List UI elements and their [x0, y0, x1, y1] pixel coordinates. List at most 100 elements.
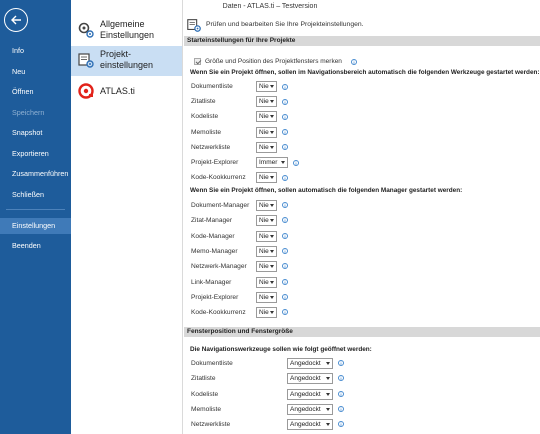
info-icon[interactable]: i [282, 113, 288, 120]
page-description: Prüfen und bearbeiten Sie Ihre Projektei… [206, 21, 364, 28]
info-icon[interactable]: i [338, 390, 344, 397]
info-icon[interactable]: i [282, 83, 288, 90]
chevron-down-icon [270, 176, 274, 180]
manager-projekt-explorer-select[interactable]: Nie [256, 291, 277, 303]
checkbox-label: Größe und Position des Projektfensters m… [205, 58, 342, 65]
nav-item-save: Speichern [12, 108, 45, 117]
category-label: Allgemeine Einstellungen [100, 19, 155, 40]
info-icon[interactable]: i [282, 293, 288, 300]
chevron-down-icon [326, 362, 330, 365]
window-tool-label: Kodeliste [191, 390, 219, 398]
nav-item-info[interactable]: Info [0, 43, 71, 59]
nav-item-close[interactable]: Schließen [0, 187, 71, 203]
tool-label: Zitatliste [191, 98, 216, 106]
manager-zitat-manager-select[interactable]: Nie [256, 215, 277, 227]
nav-item-merge[interactable]: Zusammenführen [0, 166, 71, 182]
category-project-settings[interactable]: Projekt- einstellungen [71, 46, 182, 76]
info-icon[interactable]: i [282, 217, 288, 224]
settings-categories: Allgemeine Einstellungen Projekt- einste… [71, 0, 183, 434]
category-general-settings[interactable]: Allgemeine Einstellungen [71, 16, 182, 46]
nav-item-snapshot[interactable]: Snapshot [0, 125, 71, 141]
manager-label: Zitat-Manager [191, 217, 233, 225]
window-tool-zitatliste-select[interactable]: Angedockt [287, 373, 333, 385]
tool-label: Kode-Kookkurrenz [191, 174, 246, 182]
info-icon[interactable]: i [282, 129, 288, 136]
manager-netzwerk-manager-select[interactable]: Nie [256, 261, 277, 273]
tool-projekt-explorer-select[interactable]: Immer [256, 157, 288, 168]
info-icon[interactable]: i [282, 232, 288, 239]
window-tool-label: Zitatliste [191, 375, 216, 383]
info-icon[interactable]: i [282, 263, 288, 270]
info-icon[interactable]: i [338, 421, 344, 428]
tool-dokumentliste-select[interactable]: Nie [256, 81, 277, 92]
select-value: Nie [259, 278, 269, 286]
manager-label: Projekt-Explorer [191, 293, 239, 301]
info-icon[interactable]: i [282, 202, 288, 208]
atlasti-logo-icon [78, 83, 94, 99]
tool-netzwerkliste-select[interactable]: Nie [256, 141, 277, 153]
manager-kode-manager-select[interactable]: Nie [256, 230, 277, 242]
chevron-down-icon [270, 280, 274, 284]
select-value: Angedockt [290, 390, 321, 398]
chevron-down-icon [270, 204, 274, 207]
select-value: Nie [259, 113, 269, 121]
chevron-down-icon [281, 161, 285, 164]
info-icon[interactable]: i [282, 174, 288, 181]
manager-memo-manager-select[interactable]: Nie [256, 245, 277, 257]
window-tool-label: Memoliste [191, 405, 222, 413]
window-tool-dokumentliste-select[interactable]: Angedockt [287, 358, 333, 369]
select-value: Nie [259, 263, 269, 271]
tool-label: Kodeliste [191, 113, 219, 121]
info-icon[interactable]: i [282, 247, 288, 254]
info-icon[interactable]: i [282, 278, 288, 285]
tool-label: Memoliste [191, 128, 222, 136]
managers-heading: Wenn Sie ein Projekt öffnen, sollen auto… [190, 187, 463, 194]
nav-item-export[interactable]: Exportieren [0, 146, 71, 162]
nav-item-settings[interactable]: Einstellungen [0, 218, 71, 234]
info-icon[interactable]: i [293, 159, 299, 166]
info-icon[interactable]: i [338, 360, 344, 366]
select-value: Angedockt [290, 375, 321, 383]
info-icon[interactable]: i [282, 309, 288, 316]
project-settings-icon [187, 19, 201, 32]
window-tool-label: Dokumentliste [191, 360, 233, 367]
select-value: Nie [259, 217, 269, 225]
chevron-down-icon [270, 295, 274, 299]
tool-label: Dokumentliste [191, 83, 233, 90]
window-tool-memoliste-select[interactable]: Angedockt [287, 403, 333, 415]
section-header-start: Starteinstellungen für Ihre Projekte [184, 36, 540, 46]
select-value: Nie [259, 128, 269, 136]
chevron-down-icon [270, 311, 274, 315]
manager-kode-kookkurrenz-select[interactable]: Nie [256, 307, 277, 319]
window-heading: Die Navigationswerkzeuge sollen wie folg… [190, 346, 372, 353]
tool-kodeliste-select[interactable]: Nie [256, 111, 277, 123]
info-icon[interactable]: i [351, 59, 357, 65]
manager-link-manager-select[interactable]: Nie [256, 276, 277, 288]
nav-item-exit[interactable]: Beenden [0, 238, 71, 254]
select-value: Nie [259, 247, 269, 255]
select-value: Angedockt [290, 421, 321, 429]
chevron-down-icon [270, 265, 274, 269]
nav-item-open[interactable]: Öffnen [0, 84, 71, 100]
back-arrow-icon [11, 15, 21, 25]
tool-zitatliste-select[interactable]: Nie [256, 96, 277, 108]
info-icon[interactable]: i [338, 375, 344, 382]
select-value: Immer [259, 159, 278, 166]
info-icon[interactable]: i [338, 405, 344, 412]
tool-kode-kookkurrenz-select[interactable]: Nie [256, 172, 277, 184]
chevron-down-icon [326, 407, 330, 411]
select-value: Nie [259, 143, 269, 151]
remember-window-checkbox[interactable] [194, 58, 201, 65]
nav-item-new[interactable]: Neu [0, 64, 71, 80]
category-atlasti[interactable]: ATLAS.ti [71, 77, 182, 107]
window-tool-netzwerkliste-select[interactable]: Angedockt [287, 419, 333, 431]
select-value: Nie [259, 83, 269, 90]
window-tool-kodeliste-select[interactable]: Angedockt [287, 388, 333, 400]
tool-memoliste-select[interactable]: Nie [256, 126, 277, 138]
manager-dokument-manager-select[interactable]: Nie [256, 200, 277, 211]
back-button[interactable] [4, 8, 28, 32]
info-icon[interactable]: i [282, 144, 288, 151]
manager-label: Dokument-Manager [191, 202, 250, 209]
info-icon[interactable]: i [282, 98, 288, 105]
select-value: Nie [259, 232, 269, 240]
